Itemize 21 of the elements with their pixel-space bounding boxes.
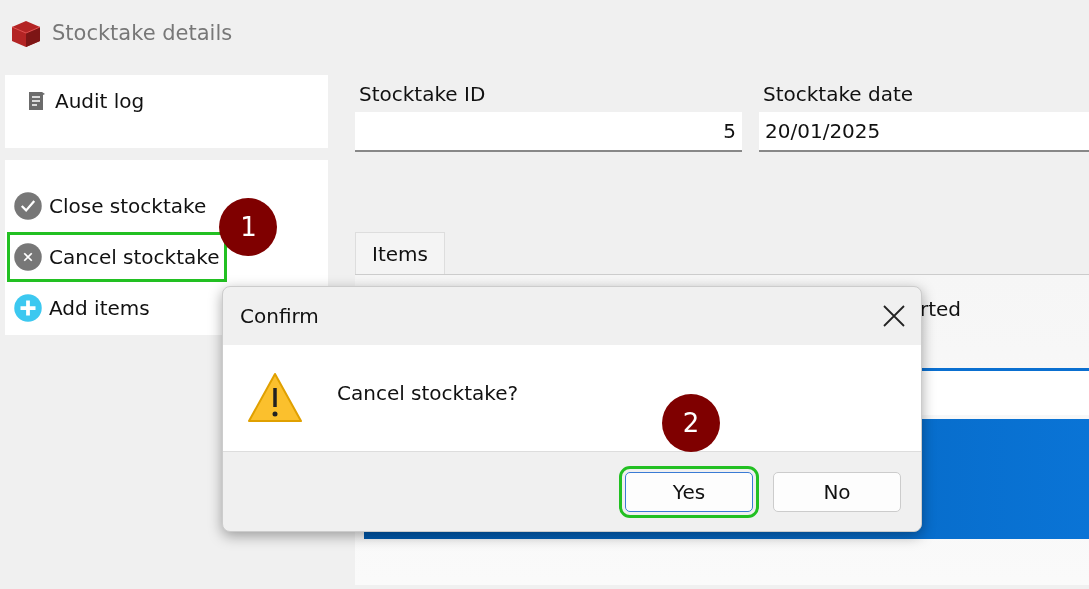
box-icon (10, 19, 42, 47)
text-field[interactable]: 5 (355, 112, 742, 152)
sidebar-item[interactable]: Close stocktake (5, 180, 215, 232)
check-icon (13, 191, 43, 221)
sidebar-item[interactable]: Audit log (17, 75, 153, 127)
dialog-button[interactable]: No (773, 471, 901, 512)
tab[interactable]: Items (355, 232, 445, 274)
field-label: Stocktake date (762, 82, 915, 106)
column-header: rted (920, 297, 962, 321)
text-field[interactable]: 20/01/2025 (759, 112, 1089, 152)
field-label: Stocktake ID (358, 82, 487, 106)
close-button[interactable] (881, 303, 907, 329)
dialog-message: Cancel stocktake? (337, 381, 519, 407)
window-title: Stocktake details (52, 21, 233, 45)
close-icon (881, 303, 907, 329)
warning-icon (247, 371, 303, 425)
cancel-icon (13, 242, 43, 272)
dialog-title: Confirm (240, 304, 319, 328)
step-badge: 1 (219, 198, 278, 256)
sidebar-item[interactable]: Add items (5, 282, 158, 334)
add-icon (13, 293, 43, 323)
